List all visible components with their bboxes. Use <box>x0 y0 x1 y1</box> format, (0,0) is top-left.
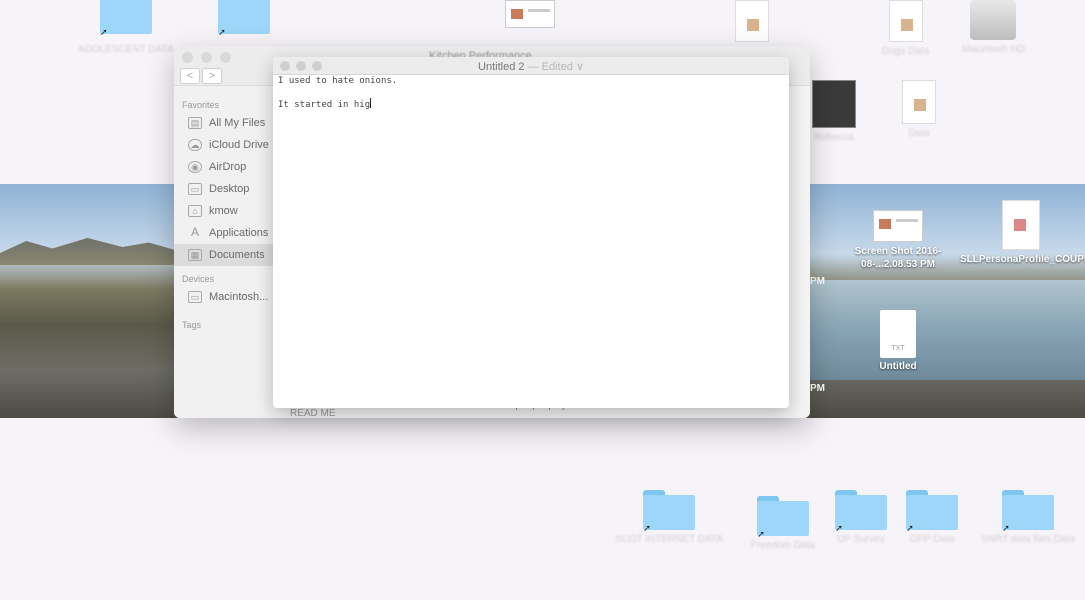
back-button[interactable]: < <box>180 68 200 84</box>
desktop-screenshot-file[interactable] <box>505 0 555 28</box>
document-icon <box>735 0 769 42</box>
sidebar-item-label: AirDrop <box>209 161 247 173</box>
finder-nav-buttons: < > <box>180 68 222 84</box>
screenshot-thumbnail-icon <box>873 210 923 242</box>
drive-icon: ▭ <box>188 291 202 303</box>
cloud-icon: ☁ <box>188 139 202 151</box>
file-extension-label: TXT <box>891 345 905 352</box>
sidebar-item-desktop[interactable]: ▭ Desktop <box>174 178 274 200</box>
sidebar-item-label: kmow <box>209 205 238 217</box>
sidebar-item-label: All My Files <box>209 117 266 129</box>
finder-list-item[interactable]: READ ME <box>290 408 336 418</box>
close-button[interactable] <box>182 52 193 63</box>
sidebar-item-label: iCloud Drive <box>209 139 269 151</box>
desktop-icon: ▭ <box>188 183 202 195</box>
finder-sidebar: Favorites ▤ All My Files ☁ iCloud Drive ◉ A… <box>174 86 274 418</box>
desktop-screenshot-file[interactable]: Screen Shot 2016-08-...2.08.53 PM <box>842 210 954 271</box>
text-cursor <box>370 98 372 108</box>
pdf-document-icon <box>1002 200 1040 250</box>
text-document-icon: TXT <box>880 310 916 358</box>
documents-icon: ▦ <box>188 249 202 261</box>
sidebar-item-all-my-files[interactable]: ▤ All My Files <box>174 112 274 134</box>
document-title[interactable]: Untitled 2 — Edited ∨ <box>273 60 789 73</box>
sidebar-item-documents[interactable]: ▦ Documents <box>174 244 274 266</box>
document-icon <box>902 80 936 124</box>
desktop-folder[interactable]: ➚ <box>218 0 270 40</box>
document-title-text: Untitled 2 <box>478 61 525 73</box>
desktop-document-data[interactable]: Data <box>902 80 936 139</box>
sidebar-heading-devices: Devices <box>182 274 215 284</box>
sidebar-item-applications[interactable]: A Applications <box>174 222 274 244</box>
home-icon: ⌂ <box>188 205 202 217</box>
desktop-folder-gpp-data[interactable]: ➚ GPP Data <box>900 490 964 545</box>
desktop-item-label: SCOT INTERNET DATA <box>614 534 724 545</box>
sidebar-item-airdrop[interactable]: ◉ AirDrop <box>174 156 274 178</box>
desktop-item-label: Rebecca <box>814 132 854 143</box>
desktop-item-label: GPP Data <box>909 534 955 545</box>
hard-drive-icon <box>970 0 1017 40</box>
desktop-item-label: ADOLESCENT DATA <box>78 44 174 55</box>
desktop-item-label: Macintosh HD <box>962 44 1025 55</box>
desktop-drive-macintosh-hd[interactable]: Macintosh HD <box>962 0 1025 55</box>
folder-icon: ➚ <box>99 0 152 37</box>
minimize-button[interactable] <box>201 52 212 63</box>
zoom-button[interactable] <box>220 52 231 63</box>
desktop-pdf-file[interactable]: SLLPersonaProfile_COUPLES_1.pdf <box>960 200 1085 266</box>
desktop-item-label: Screen Shot 2016-08-...2.08.53 PM <box>854 246 942 270</box>
desktop-item-label: Data <box>908 128 930 139</box>
screenshot-thumbnail-icon <box>505 0 555 28</box>
desktop-folder-scot-internet-data[interactable]: ➚ SCOT INTERNET DATA <box>610 490 728 545</box>
finder-window-controls <box>182 52 231 63</box>
desktop-folder-dp-survey[interactable]: ➚ DP Survey <box>826 490 896 545</box>
desktop-folder-freedom-data[interactable]: ➚ Freedom Data <box>743 496 823 551</box>
folder-icon: ➚ <box>835 490 887 533</box>
sidebar-item-label: Macintosh... <box>209 291 269 303</box>
sidebar-heading-tags: Tags <box>182 320 202 330</box>
folder-icon: ➚ <box>218 0 270 37</box>
text-line: I used to hate onions. <box>278 76 398 86</box>
desktop-item-label: SNRT data files Data <box>981 534 1075 545</box>
desktop-item-label: Dogs Data <box>882 46 930 57</box>
time-fragment-label: PM <box>810 276 825 287</box>
time-fragment-label: PM <box>810 383 825 394</box>
folder-icon: ➚ <box>1002 490 1054 533</box>
all-files-icon: ▤ <box>188 117 202 129</box>
sidebar-item-label: Documents <box>209 249 265 261</box>
desktop-folder-adolescent-data[interactable]: ➚ ADOLESCENT DATA <box>78 0 174 55</box>
wallpaper-lake <box>810 280 1085 380</box>
sidebar-heading-favorites: Favorites <box>182 100 220 110</box>
desktop-item-label: Freedom Data <box>751 540 815 551</box>
desktop-item-label: SLLPersonaProfile_COUPLES_1.pdf <box>960 254 1085 265</box>
desktop-item-label: DP Survey <box>837 534 885 545</box>
text-line: It started in hig <box>278 100 371 110</box>
sidebar-item-macintosh[interactable]: ▭ Macintosh... <box>174 286 274 308</box>
folder-icon: ➚ <box>757 496 809 539</box>
edited-indicator: — Edited ∨ <box>527 61 584 73</box>
sidebar-item-kmow[interactable]: ⌂ kmow <box>174 200 274 222</box>
sidebar-item-label: Applications <box>209 227 269 239</box>
textedit-titlebar[interactable]: Untitled 2 — Edited ∨ <box>273 57 789 75</box>
desktop-document-file[interactable] <box>735 0 769 42</box>
airdrop-icon: ◉ <box>188 161 202 173</box>
desktop-item-label: Untitled <box>879 361 917 372</box>
desktop-untitled-text-file[interactable]: TXT Untitled <box>868 310 928 372</box>
sidebar-item-label: Desktop <box>209 183 250 195</box>
folder-icon: ➚ <box>906 490 958 533</box>
document-dark-icon <box>812 80 856 128</box>
desktop-document-dogs-data[interactable]: Dogs Data <box>882 0 929 57</box>
sidebar-item-icloud-drive[interactable]: ☁ iCloud Drive <box>174 134 274 156</box>
desktop-document-rebecca[interactable]: Rebecca <box>812 80 856 143</box>
text-editing-area[interactable]: I used to hate onions. It started in hig <box>273 75 789 112</box>
textedit-window[interactable]: Untitled 2 — Edited ∨ I used to hate oni… <box>273 57 789 408</box>
document-icon <box>888 0 923 42</box>
applications-icon: A <box>190 225 199 239</box>
forward-button[interactable]: > <box>202 68 222 84</box>
folder-icon: ➚ <box>643 490 695 533</box>
desktop-folder-snrt-data[interactable]: ➚ SNRT data files Data <box>978 490 1078 545</box>
